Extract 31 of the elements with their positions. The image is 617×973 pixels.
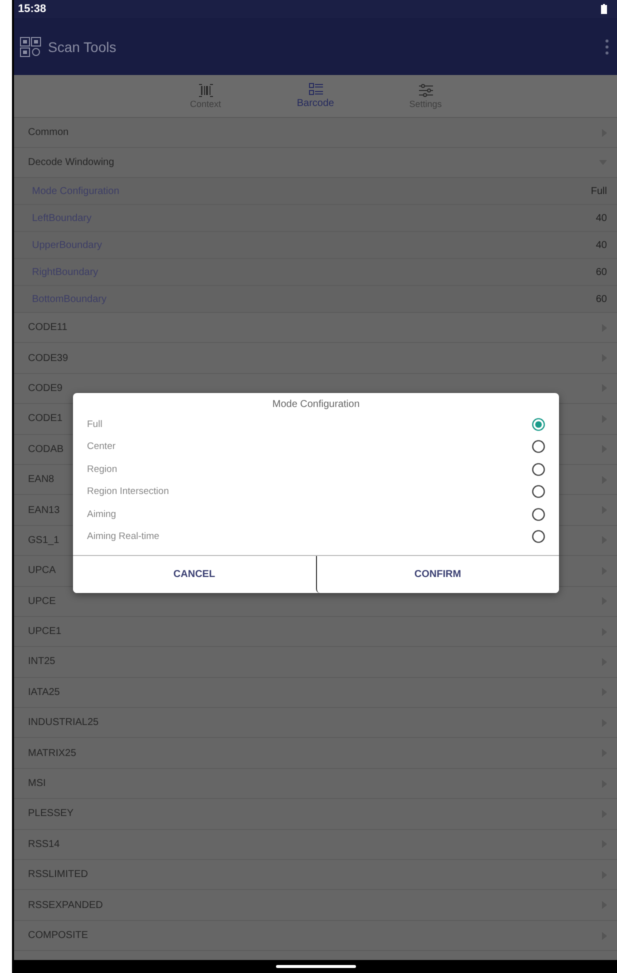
setting-value: 60 <box>596 266 607 278</box>
more-menu-icon[interactable] <box>605 38 609 54</box>
section-row[interactable]: RSS14 <box>14 830 617 860</box>
home-handle[interactable] <box>276 965 356 968</box>
option-label: Aiming Real-time <box>87 531 160 542</box>
app-logo-icon <box>20 36 42 56</box>
list-icon <box>308 83 322 96</box>
radio-button[interactable] <box>532 508 545 521</box>
option-label: Region Intersection <box>87 486 169 498</box>
option-label: Region <box>87 464 118 475</box>
dialog-button[interactable]: CANCEL <box>73 556 316 593</box>
option-label: Center <box>87 441 116 452</box>
option-label: Full <box>87 418 102 430</box>
radio-button[interactable] <box>532 530 545 544</box>
setting-value: 40 <box>596 240 607 250</box>
setting-value: Full <box>590 186 607 196</box>
option-label: Aiming <box>87 508 116 520</box>
battery-icon <box>601 4 607 14</box>
radio-button[interactable] <box>532 418 545 431</box>
setting-value: 60 <box>596 294 607 304</box>
barcode-icon <box>198 84 212 96</box>
tab[interactable]: Barcode <box>280 75 350 117</box>
sliders-icon <box>418 84 432 96</box>
radio-button[interactable] <box>532 485 545 498</box>
radio-button[interactable] <box>532 462 545 476</box>
radio-button[interactable] <box>532 440 545 454</box>
section-row[interactable]: IATA25 <box>14 678 617 708</box>
dialog-button[interactable]: CONFIRM <box>316 556 559 593</box>
setting-value: 40 <box>596 212 607 224</box>
app-title: Scan Tools <box>48 38 118 54</box>
status-time: 15:38 <box>18 3 46 15</box>
